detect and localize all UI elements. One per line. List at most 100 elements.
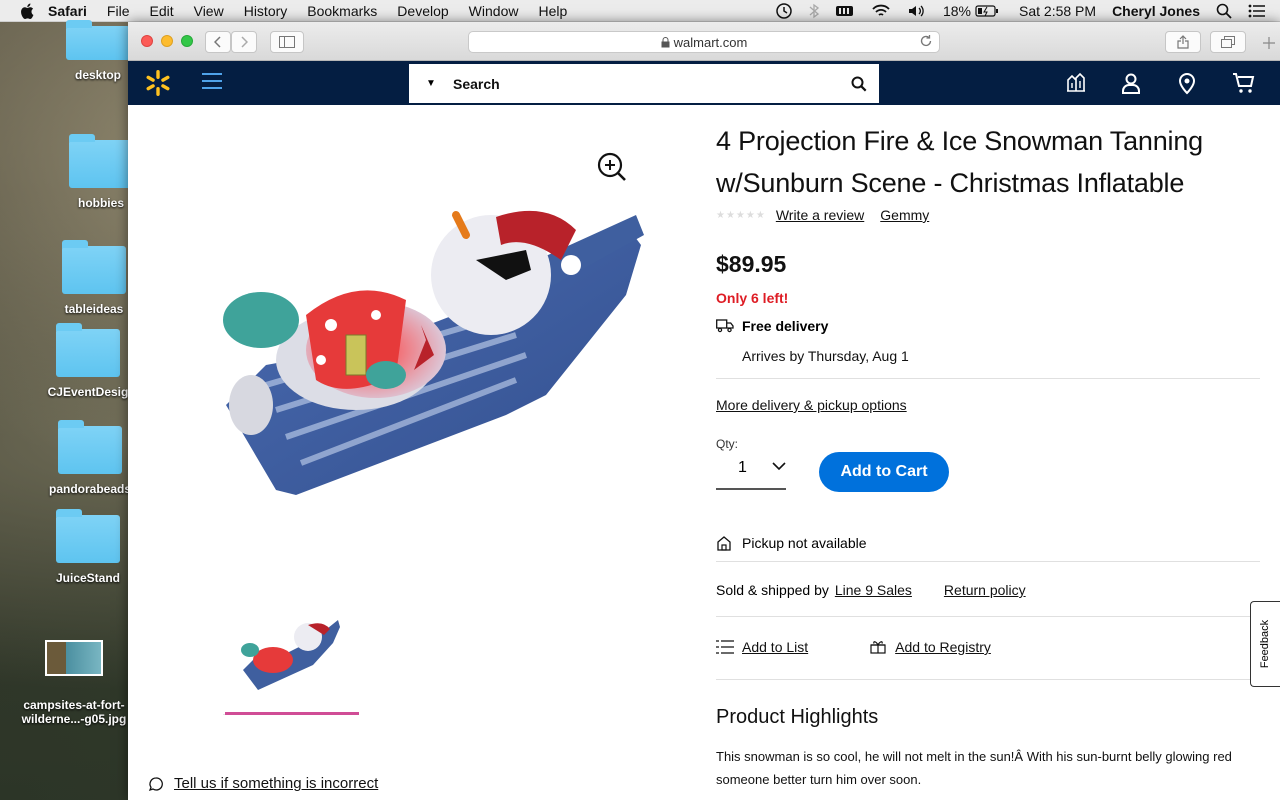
folder-icon bbox=[56, 509, 120, 563]
menu-help[interactable]: Help bbox=[538, 3, 567, 19]
safari-window: walmart.com ▼ Search Tell us if somethin… bbox=[128, 22, 1280, 800]
volume-icon[interactable] bbox=[907, 3, 927, 19]
menu-file[interactable]: File bbox=[107, 3, 130, 19]
product-highlights-heading: Product Highlights bbox=[716, 706, 879, 728]
seller-link[interactable]: Line 9 Sales bbox=[835, 582, 912, 598]
spotlight-icon[interactable] bbox=[1216, 3, 1232, 19]
brand-link[interactable]: Gemmy bbox=[880, 207, 929, 223]
add-to-registry-link[interactable]: Add to Registry bbox=[895, 639, 991, 655]
account-icon[interactable] bbox=[1119, 71, 1143, 95]
report-incorrect-link[interactable]: Tell us if something is incorrect bbox=[148, 775, 378, 792]
battery-icon[interactable] bbox=[975, 4, 999, 18]
image-thumbnail-icon bbox=[45, 640, 103, 676]
search-input[interactable]: Search bbox=[453, 76, 839, 92]
folder-icon bbox=[62, 240, 126, 294]
highlights-line-1: This snowman is so cool, he will not mel… bbox=[716, 749, 1232, 764]
arrival-date: Arrives by Thursday, Aug 1 bbox=[742, 348, 909, 364]
report-incorrect-text[interactable]: Tell us if something is incorrect bbox=[174, 775, 378, 792]
chat-bubble-icon bbox=[148, 776, 163, 791]
cart-icon[interactable] bbox=[1232, 71, 1256, 95]
folder-icon bbox=[58, 420, 122, 474]
add-to-list-link[interactable]: Add to List bbox=[742, 639, 808, 655]
menu-bookmarks[interactable]: Bookmarks bbox=[307, 3, 377, 19]
feedback-tab[interactable]: Feedback bbox=[1250, 601, 1280, 687]
divider bbox=[716, 561, 1260, 562]
new-tab-button[interactable] bbox=[1258, 33, 1280, 53]
rating-stars: ★★★★★ bbox=[716, 209, 766, 221]
pickup-row: Pickup not available bbox=[716, 535, 1260, 551]
bluetooth-icon[interactable] bbox=[809, 3, 819, 19]
delivery-row: Free delivery bbox=[716, 318, 1260, 334]
qty-label: Qty: bbox=[716, 437, 739, 451]
macos-menubar: Safari File Edit View History Bookmarks … bbox=[0, 0, 1280, 22]
store-location-icon[interactable] bbox=[1175, 71, 1199, 95]
notification-center-icon[interactable] bbox=[1248, 4, 1266, 18]
menu-app-safari[interactable]: Safari bbox=[48, 3, 87, 19]
lock-icon bbox=[661, 36, 670, 47]
divider bbox=[716, 679, 1260, 680]
more-delivery-options-link[interactable]: More delivery & pickup options bbox=[716, 397, 907, 413]
highlights-line-2: someone better turn him over soon. bbox=[716, 772, 922, 787]
product-title: 4 Projection Fire & Ice Snowman Tanning … bbox=[716, 126, 1203, 198]
share-button[interactable] bbox=[1165, 31, 1201, 53]
search-bar[interactable]: ▼ Search bbox=[409, 64, 879, 103]
seller-row: Sold & shipped by Line 9 Sales Return po… bbox=[716, 582, 1260, 598]
return-policy-link[interactable]: Return policy bbox=[944, 582, 1026, 598]
thumbnail-selected-indicator bbox=[225, 712, 359, 715]
menu-view[interactable]: View bbox=[194, 3, 224, 19]
menu-history[interactable]: History bbox=[244, 3, 288, 19]
share-icon bbox=[1177, 35, 1189, 49]
close-window-button[interactable] bbox=[141, 35, 153, 47]
chevron-right-icon bbox=[241, 36, 248, 48]
sold-by-label: Sold & shipped by bbox=[716, 582, 829, 598]
review-row: ★★★★★ Write a review Gemmy bbox=[716, 207, 1260, 223]
walmart-header: ▼ Search bbox=[128, 61, 1280, 105]
write-review-link[interactable]: Write a review bbox=[776, 207, 864, 223]
hamburger-menu-icon[interactable] bbox=[202, 73, 222, 91]
gift-icon bbox=[870, 641, 886, 654]
divider bbox=[716, 616, 1260, 617]
desktop-file-campsites-jpg[interactable]: campsites-at-fort- wilderne...-g05.jpg bbox=[14, 640, 134, 726]
folder-icon bbox=[69, 134, 133, 188]
back-button[interactable] bbox=[205, 31, 231, 53]
battery-menu-icon[interactable] bbox=[835, 4, 855, 18]
quantity-cart-row: Qty: 1 Add to Cart bbox=[716, 437, 1260, 505]
product-info-panel: 4 Projection Fire & Ice Snowman Tanning … bbox=[716, 105, 1260, 791]
product-thumbnail-1[interactable] bbox=[238, 615, 343, 695]
folder-icon bbox=[56, 323, 120, 377]
store-icon bbox=[717, 536, 731, 551]
menu-develop[interactable]: Develop bbox=[397, 3, 448, 19]
reload-icon[interactable] bbox=[919, 34, 933, 48]
search-department-dropdown[interactable]: ▼ bbox=[409, 78, 453, 89]
minimize-window-button[interactable] bbox=[161, 35, 173, 47]
sidebar-button[interactable] bbox=[270, 31, 304, 53]
menubar-clock[interactable]: Sat 2:58 PM bbox=[1019, 3, 1096, 19]
stock-warning: Only 6 left! bbox=[716, 290, 789, 306]
sidebar-icon bbox=[279, 36, 295, 48]
chevron-down-icon[interactable] bbox=[772, 461, 786, 471]
add-to-cart-button[interactable]: Add to Cart bbox=[819, 452, 949, 492]
quantity-select[interactable]: 1 bbox=[738, 459, 747, 477]
menu-edit[interactable]: Edit bbox=[149, 3, 173, 19]
feedback-label: Feedback bbox=[1259, 619, 1272, 669]
product-main-image[interactable] bbox=[206, 205, 646, 505]
apple-icon[interactable] bbox=[20, 3, 34, 19]
address-bar[interactable]: walmart.com bbox=[468, 31, 940, 53]
folder-icon bbox=[66, 20, 130, 60]
forward-button[interactable] bbox=[231, 31, 257, 53]
menubar-user[interactable]: Cheryl Jones bbox=[1112, 3, 1200, 19]
product-price: $89.95 bbox=[716, 251, 787, 277]
divider bbox=[716, 378, 1260, 379]
walmart-spark-logo-icon[interactable] bbox=[144, 69, 172, 97]
zoom-window-button[interactable] bbox=[181, 35, 193, 47]
wifi-icon[interactable] bbox=[871, 3, 891, 19]
tabs-overview-button[interactable] bbox=[1210, 31, 1246, 53]
tabs-icon bbox=[1221, 36, 1235, 48]
search-button[interactable] bbox=[839, 64, 879, 103]
zoom-in-icon[interactable] bbox=[597, 152, 627, 182]
menu-window[interactable]: Window bbox=[469, 3, 519, 19]
reorder-icon[interactable] bbox=[1064, 71, 1088, 95]
product-page: Tell us if something is incorrect 4 Proj… bbox=[128, 105, 1280, 800]
desktop-icon-label: campsites-at-fort- wilderne...-g05.jpg bbox=[21, 698, 127, 726]
time-machine-icon[interactable] bbox=[775, 2, 793, 20]
